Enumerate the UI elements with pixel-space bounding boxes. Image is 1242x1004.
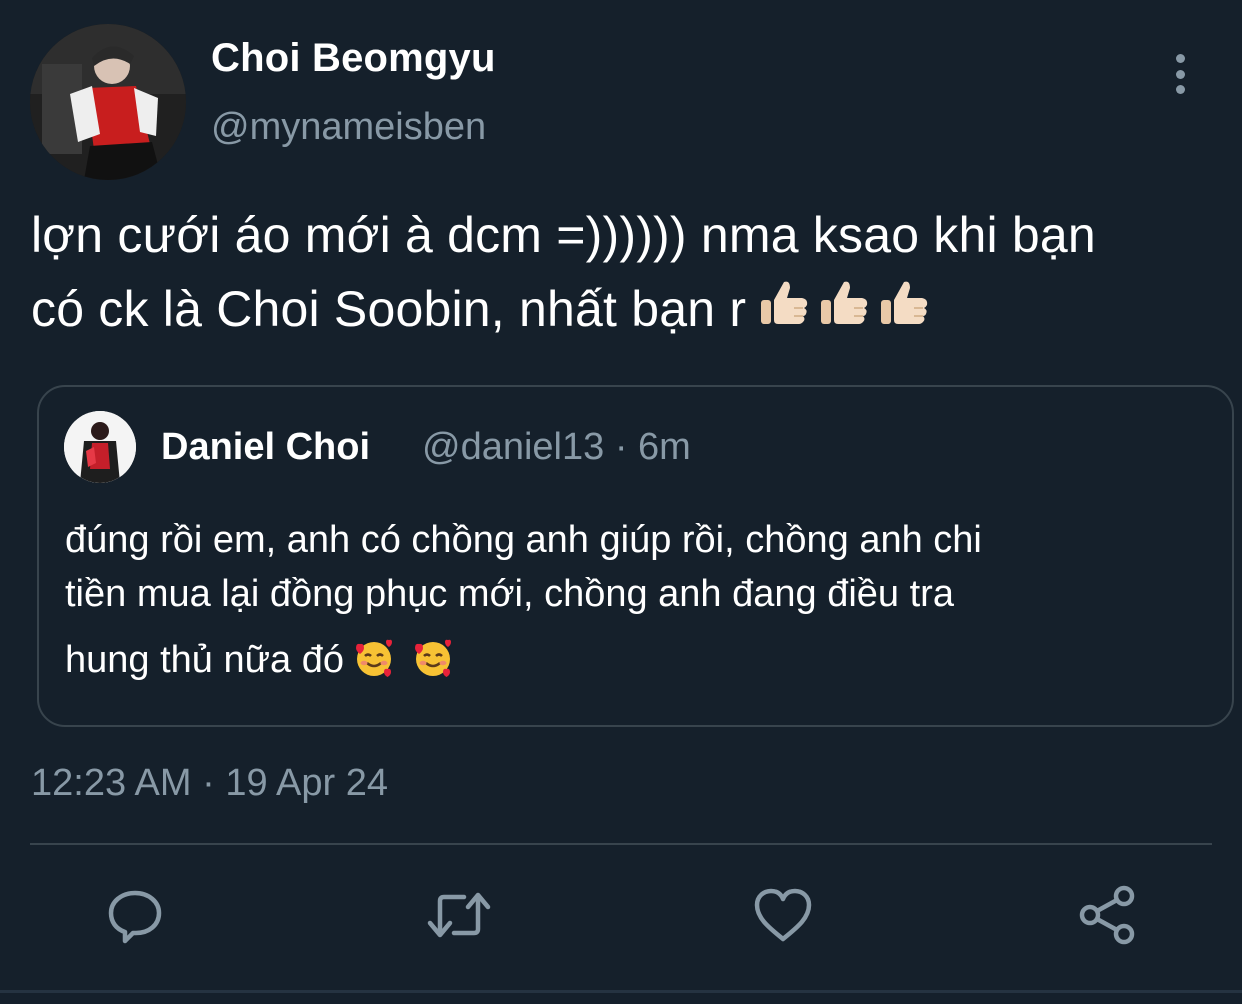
author-avatar[interactable] <box>30 24 186 180</box>
retweet-button[interactable] <box>424 880 494 950</box>
quoted-tweet-card[interactable]: Daniel Choi @daniel13 · 6m đúng rồi em, … <box>37 385 1234 727</box>
thumbs-up-emoji-icon <box>761 281 808 324</box>
more-dot-icon <box>1175 69 1185 79</box>
share-button[interactable] <box>1072 880 1142 950</box>
more-options-button[interactable] <box>1160 46 1200 102</box>
retweet-icon <box>427 892 491 938</box>
bottom-divider <box>0 990 1242 993</box>
tweet-text-line: lợn cưới áo mới à dcm =)))))) nma ksao k… <box>31 207 1096 263</box>
share-icon <box>1079 885 1135 945</box>
tweet-timestamp[interactable]: 12:23 AM · 19 Apr 24 <box>31 760 388 806</box>
quoted-tweet-text: đúng rồi em, anh có chồng anh giúp rồi, … <box>65 513 1195 695</box>
author-handle[interactable]: @mynameisben <box>211 104 486 150</box>
quoted-text-line: hung thủ nữa đó <box>65 633 1195 695</box>
smiling-face-with-hearts-emoji-icon <box>356 639 393 677</box>
thumbs-up-emoji-icon <box>821 281 868 324</box>
quoted-text-line: đúng rồi em, anh có chồng anh giúp rồi, … <box>65 519 982 561</box>
tweet-text: lợn cưới áo mới à dcm =)))))) nma ksao k… <box>31 198 1226 352</box>
quoted-author-avatar[interactable] <box>64 411 136 483</box>
more-dot-icon <box>1175 85 1185 94</box>
quoted-text-line-content: hung thủ nữa đó <box>65 639 345 681</box>
tweet-emojis <box>756 276 936 352</box>
quoted-author-display-name[interactable]: Daniel Choi <box>161 425 370 469</box>
more-dot-icon <box>1175 54 1185 63</box>
divider <box>30 843 1212 845</box>
thumbs-up-emoji-icon <box>881 281 928 324</box>
tweet-text-line-content: có ck là Choi Soobin, nhất bạn r <box>31 281 747 337</box>
heart-icon <box>754 888 812 942</box>
quoted-text-line: tiền mua lại đồng phục mới, chồng anh đa… <box>65 573 954 615</box>
like-button[interactable] <box>748 880 818 950</box>
smiling-face-with-hearts-emoji-icon <box>414 639 451 677</box>
quoted-emojis <box>352 636 459 695</box>
tweet-text-line: có ck là Choi Soobin, nhất bạn r <box>31 272 1226 352</box>
quoted-author-meta: @daniel13 · 6m <box>422 426 691 468</box>
action-bar <box>0 880 1242 960</box>
comment-icon <box>108 890 162 944</box>
author-display-name[interactable]: Choi Beomgyu <box>211 34 496 82</box>
reply-button[interactable] <box>100 880 170 950</box>
